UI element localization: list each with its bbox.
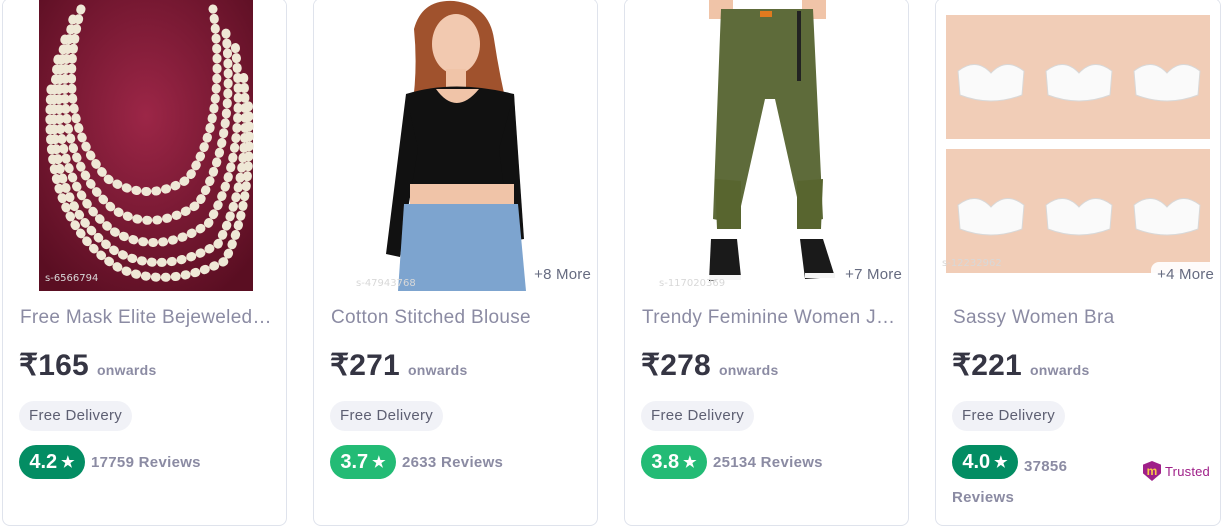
price-suffix: onwards: [407, 362, 468, 378]
more-variants-badge[interactable]: +4 More: [1151, 262, 1220, 288]
blouse-image: [314, 0, 597, 291]
image-sku-label: s-47943768: [356, 278, 416, 289]
price-row: ₹221 onwards: [952, 348, 1090, 383]
meesho-m-icon: m: [1143, 461, 1161, 481]
rating-row: 3.8 ★ 25134 Reviews: [641, 445, 823, 479]
price-row: ₹278 onwards: [641, 348, 779, 383]
rating-value: 3.8: [651, 450, 680, 473]
price-row: ₹271 onwards: [330, 348, 468, 383]
rating-badge: 3.8 ★: [641, 445, 707, 479]
free-delivery-badge: Free Delivery: [19, 401, 133, 431]
rating-row: 4.2 ★ 17759 Reviews: [19, 445, 201, 479]
review-count: 37856 Reviews: [952, 458, 1068, 506]
joggers-image: [625, 0, 908, 291]
product-card[interactable]: s-117020369 +7 More Trendy Feminine Wome…: [624, 0, 909, 526]
image-sku-label: s-117020369: [659, 278, 726, 289]
review-count: 17759 Reviews: [91, 453, 201, 471]
product-card[interactable]: s-12232962 +4 More Sassy Women Bra ₹221 …: [935, 0, 1221, 526]
free-delivery-badge: Free Delivery: [952, 401, 1066, 431]
product-card[interactable]: s-47943768 +8 More Cotton Stitched Blous…: [313, 0, 598, 526]
rating-value: 4.2: [29, 450, 58, 473]
product-card[interactable]: s-6566794 Free Mask Elite Bejeweled Neck…: [2, 0, 287, 526]
price-suffix: onwards: [96, 362, 157, 378]
rating-row: 3.7 ★ 2633 Reviews: [330, 445, 503, 479]
price-row: ₹165 onwards: [19, 348, 157, 383]
review-count: 25134 Reviews: [713, 453, 823, 471]
free-delivery-badge: Free Delivery: [330, 401, 444, 431]
price-suffix: onwards: [1029, 362, 1090, 378]
product-title[interactable]: Sassy Women Bra: [953, 307, 1208, 329]
product-title[interactable]: Cotton Stitched Blouse: [331, 307, 586, 329]
rating-badge: 3.7 ★: [330, 445, 396, 479]
free-delivery-badge: Free Delivery: [641, 401, 755, 431]
product-price: ₹271: [330, 349, 400, 382]
product-image[interactable]: s-6566794: [3, 0, 286, 291]
price-suffix: onwards: [718, 362, 779, 378]
star-icon: ★: [372, 453, 386, 471]
star-icon: ★: [683, 453, 697, 471]
more-variants-badge[interactable]: +7 More: [839, 262, 908, 288]
product-price: ₹221: [952, 349, 1022, 382]
more-variants-badge[interactable]: +8 More: [528, 262, 597, 288]
product-image[interactable]: s-12232962 +4 More: [936, 0, 1220, 291]
trusted-label: Trusted: [1165, 463, 1210, 479]
product-image[interactable]: s-117020369 +7 More: [625, 0, 908, 291]
product-price: ₹278: [641, 349, 711, 382]
necklace-image: [3, 0, 286, 291]
product-image[interactable]: s-47943768 +8 More: [314, 0, 597, 291]
product-price: ₹165: [19, 349, 89, 382]
image-sku-label: s-6566794: [45, 273, 99, 284]
bra-image: [936, 0, 1220, 291]
trusted-badge: m Trusted: [1143, 461, 1210, 481]
product-title[interactable]: Free Mask Elite Bejeweled Necklaces: [20, 307, 275, 329]
product-title[interactable]: Trendy Feminine Women Jeans: [642, 307, 897, 329]
image-sku-label: s-12232962: [942, 258, 1002, 269]
rating-badge: 4.2 ★: [19, 445, 85, 479]
star-icon: ★: [61, 453, 75, 471]
rating-value: 3.7: [340, 450, 369, 473]
review-count: 2633 Reviews: [402, 453, 504, 471]
